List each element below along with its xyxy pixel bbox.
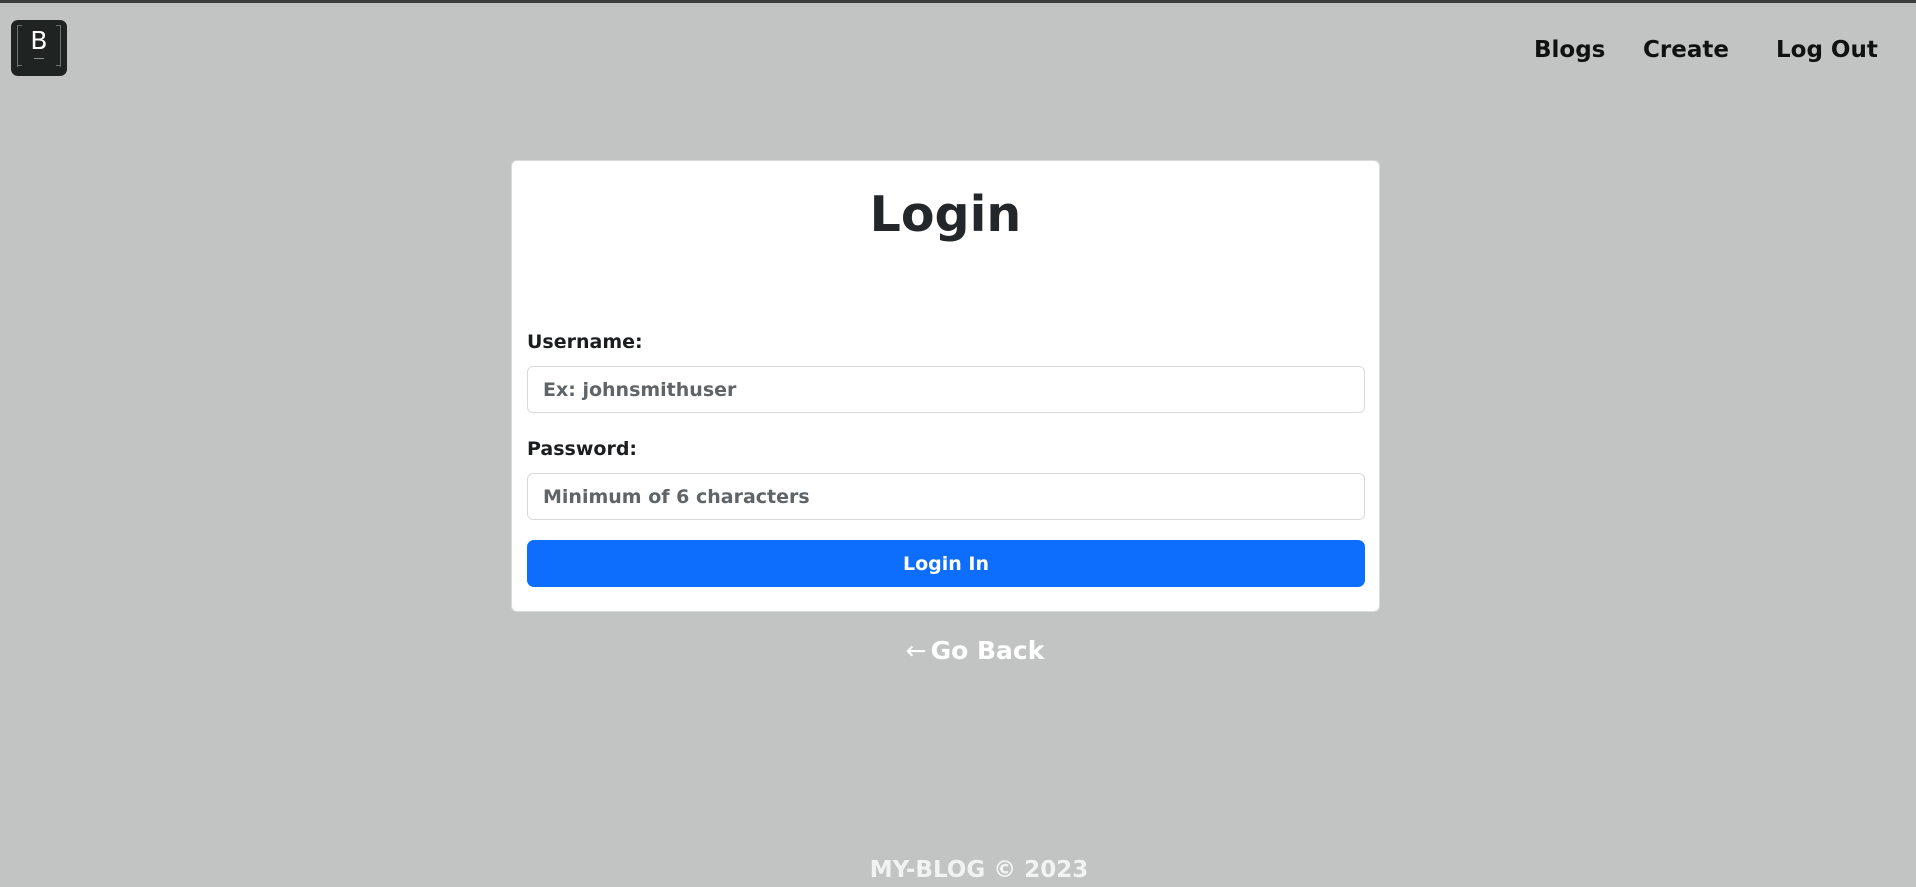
login-card: Login Username: Password: Login In (511, 160, 1380, 612)
logo-underline-icon (34, 58, 44, 59)
go-back-label: Go Back (930, 636, 1045, 665)
nav-link-blogs[interactable]: Blogs (1534, 35, 1605, 65)
go-back-content: ← Go Back (906, 635, 1045, 667)
logo-letter: B (30, 26, 48, 55)
footer-text: MY-BLOG © 2023 (869, 857, 1089, 883)
username-label: Username: (527, 331, 643, 353)
nav-link-logout[interactable]: Log Out (1776, 35, 1878, 65)
navbar: B Blogs Create Log Out (0, 3, 1916, 93)
password-label: Password: (527, 438, 638, 460)
logo-button[interactable]: B (11, 20, 67, 76)
nav-link-create[interactable]: Create (1643, 35, 1729, 65)
go-back-link[interactable]: ← Go Back (0, 635, 1916, 667)
username-input[interactable] (527, 366, 1365, 413)
page-title: Login (869, 186, 1022, 243)
footer: MY-BLOG © 2023 (0, 855, 1916, 885)
password-input[interactable] (527, 473, 1365, 520)
login-submit-button[interactable]: Login In (527, 540, 1365, 587)
arrow-left-icon: ← (905, 636, 927, 665)
